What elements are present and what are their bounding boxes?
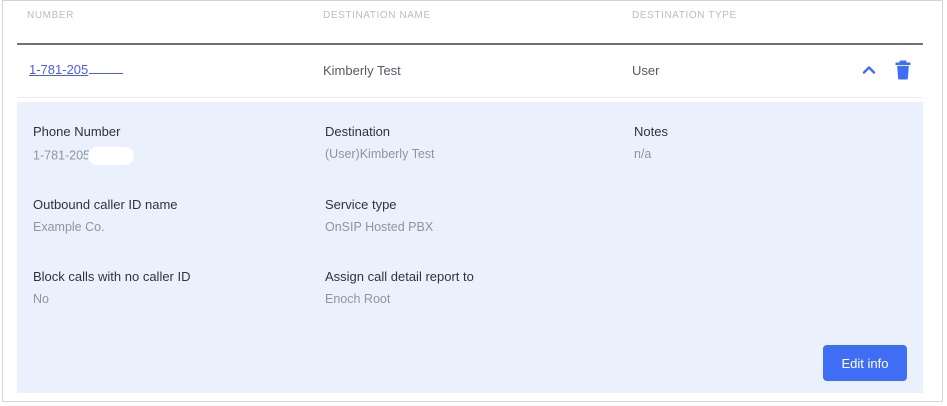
destination-name-cell: Kimberly Test xyxy=(323,63,401,78)
redaction-mark xyxy=(88,147,134,165)
outbound-caller-id-label: Outbound caller ID name xyxy=(33,197,178,212)
block-calls-value: No xyxy=(33,292,49,306)
notes-label: Notes xyxy=(634,124,668,139)
delete-button[interactable] xyxy=(894,60,912,80)
phone-number-label: Phone Number xyxy=(33,124,121,139)
column-header-number[interactable]: NUMBER xyxy=(27,10,74,21)
number-details-panel: Phone Number 1-781-205 Destination (User… xyxy=(17,102,923,393)
block-calls-label: Block calls with no caller ID xyxy=(33,269,191,284)
chevron-up-icon xyxy=(862,66,876,74)
phone-number-link-text[interactable]: 1-781-205 xyxy=(29,62,88,77)
service-type-label: Service type xyxy=(325,197,397,212)
notes-value: n/a xyxy=(634,147,652,161)
column-header-destination-type[interactable]: DESTINATION TYPE xyxy=(632,10,737,21)
collapse-button[interactable] xyxy=(860,61,878,79)
phone-number-value: 1-781-205 xyxy=(33,147,134,165)
assign-cdr-value: Enoch Root xyxy=(325,292,391,306)
column-header-destination-name[interactable]: DESTINATION NAME xyxy=(323,10,431,21)
redacted-link-digits xyxy=(89,72,124,74)
phone-number-value-text: 1-781-205 xyxy=(33,148,90,163)
phone-number-link[interactable]: 1-781-205 xyxy=(29,62,124,77)
destination-label: Destination xyxy=(325,124,391,139)
numbers-table-card: NUMBER DESTINATION NAME DESTINATION TYPE… xyxy=(2,0,943,402)
destination-type-cell: User xyxy=(632,63,660,78)
outbound-caller-id-value: Example Co. xyxy=(33,220,105,234)
edit-info-button[interactable]: Edit info xyxy=(823,345,907,381)
trash-icon xyxy=(895,60,911,80)
table-row[interactable]: 1-781-205 Kimberly Test User xyxy=(17,45,923,98)
service-type-value: OnSIP Hosted PBX xyxy=(325,220,434,234)
assign-cdr-label: Assign call detail report to xyxy=(325,269,474,284)
destination-value: (User)Kimberly Test xyxy=(325,147,435,161)
